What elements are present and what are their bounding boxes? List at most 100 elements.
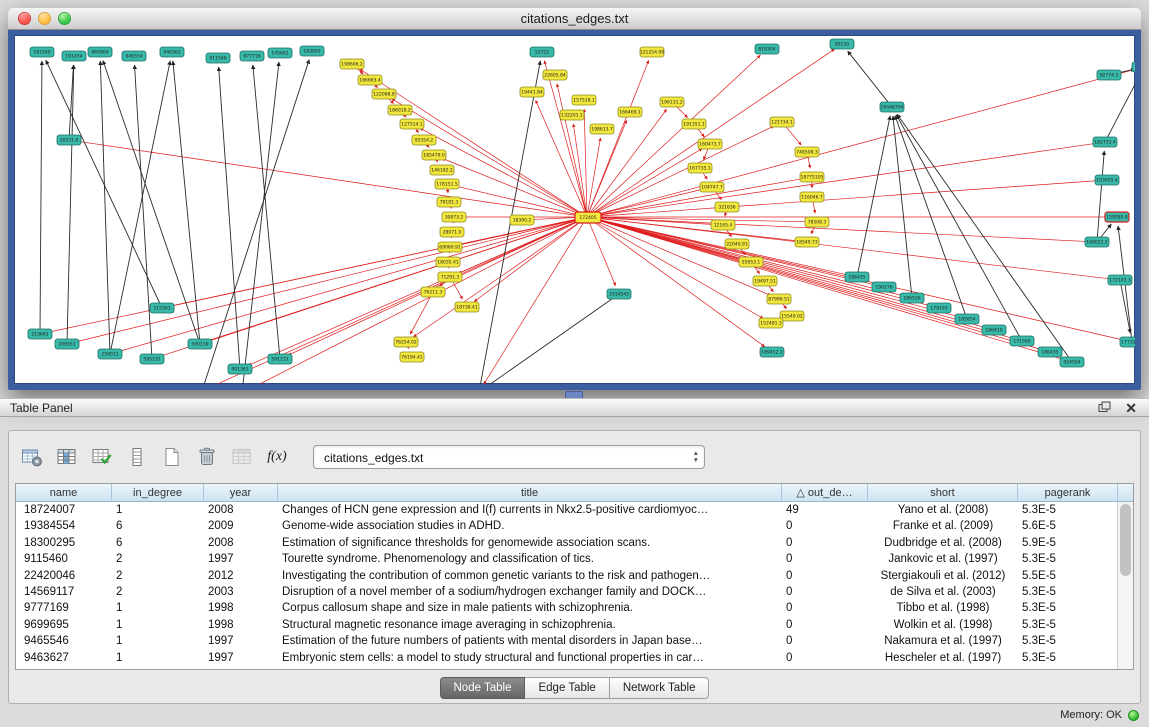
graph-node[interactable]: 18738.41 xyxy=(455,302,479,312)
graph-node[interactable]: 198613.7 xyxy=(590,124,614,134)
table-settings-icon[interactable] xyxy=(19,444,45,470)
graph-node[interactable]: 166469.1 xyxy=(618,107,642,117)
graph-node[interactable]: 76211.3 xyxy=(421,287,445,297)
graph-node[interactable]: 185479.0 xyxy=(422,150,446,160)
graph-edge[interactable] xyxy=(392,99,587,217)
graph-node[interactable]: 591131 xyxy=(268,354,292,364)
column-header-name[interactable]: name xyxy=(16,484,112,501)
graph-node[interactable]: 172405 xyxy=(575,212,601,223)
graph-node[interactable]: 19441.84 xyxy=(520,87,544,97)
graph-node[interactable]: 168021.2 xyxy=(1085,237,1109,247)
graph-node[interactable]: 18390.2 xyxy=(510,215,534,225)
graph-node[interactable]: 901361 xyxy=(228,364,252,374)
graph-edge[interactable] xyxy=(253,65,280,359)
graph-edge[interactable] xyxy=(103,61,200,344)
close-window-button[interactable] xyxy=(18,12,31,25)
graph-node[interactable]: 186435 xyxy=(845,272,869,282)
graph-node[interactable]: 171560 xyxy=(1010,336,1034,346)
graph-node[interactable]: 167735.1 xyxy=(688,163,712,173)
graph-node[interactable]: 183002 xyxy=(300,46,324,56)
graph-node[interactable]: 121734.1 xyxy=(770,117,794,127)
graph-node[interactable]: 22605.84 xyxy=(543,70,567,80)
graph-node[interactable]: 19497.51 xyxy=(753,276,777,286)
graph-node[interactable]: 145691 xyxy=(268,48,292,58)
graph-node[interactable]: 191454 xyxy=(62,51,86,61)
graph-node[interactable]: 93354.2 xyxy=(412,135,436,145)
graph-edge[interactable] xyxy=(587,217,1111,279)
table-row[interactable]: 946554611997Estimation of the future num… xyxy=(16,633,1118,649)
graph-node[interactable]: 122088.8 xyxy=(372,89,396,99)
column-header-title[interactable]: title xyxy=(278,484,782,501)
graph-node[interactable]: 18775105 xyxy=(800,172,824,182)
graph-node[interactable]: 85130 xyxy=(830,39,854,49)
table-row[interactable]: 977716911998Corpus callosum shape and si… xyxy=(16,600,1118,616)
graph-edge[interactable] xyxy=(587,60,649,217)
table-row[interactable]: 2242004622012Investigating the contribut… xyxy=(16,568,1118,584)
graph-edge[interactable] xyxy=(100,61,110,354)
graph-edge[interactable] xyxy=(202,60,309,384)
graph-node[interactable]: 30873.2 xyxy=(442,212,466,222)
graph-edge[interactable] xyxy=(76,217,587,342)
minimize-window-button[interactable] xyxy=(38,12,51,25)
graph-node[interactable]: 190276 xyxy=(872,282,896,292)
graph-edge[interactable] xyxy=(587,138,600,217)
graph-node[interactable]: 177310.9 xyxy=(1120,337,1135,347)
graph-node[interactable]: 121254.09 xyxy=(640,47,664,57)
graph-node[interactable]: 22040.91 xyxy=(725,239,749,249)
tab-node-table[interactable]: Node Table xyxy=(440,677,526,699)
graph-node[interactable]: 28071.0 xyxy=(440,227,464,237)
graph-edge[interactable] xyxy=(173,61,200,344)
graph-node[interactable]: 92774.3 xyxy=(1097,70,1121,80)
graph-node[interactable]: 321636 xyxy=(715,202,739,212)
graph-node[interactable]: 26531.0 xyxy=(57,135,81,145)
graph-node[interactable]: 189452.2 xyxy=(760,347,784,357)
graph-node[interactable]: 196131.2 xyxy=(660,97,684,107)
graph-edge[interactable] xyxy=(587,69,1135,217)
graph-node[interactable]: 924504 xyxy=(1060,357,1084,367)
graph-node[interactable]: 748508.3 xyxy=(795,147,819,157)
graph-edge[interactable] xyxy=(587,55,760,217)
graph-node[interactable]: 55953.1 xyxy=(739,257,763,267)
graph-node[interactable]: 116046.7 xyxy=(800,192,824,202)
column-header-in_degree[interactable]: in_degree xyxy=(112,484,204,501)
graph-node[interactable]: 179193 xyxy=(927,303,951,313)
table-select-dropdown[interactable]: citations_edges.txt ▲▼ xyxy=(313,445,705,469)
graph-node[interactable]: 159508 xyxy=(1132,62,1135,72)
table-row[interactable]: 1830029562008Estimation of significance … xyxy=(16,535,1118,551)
graph-node[interactable]: 76194.41 xyxy=(400,352,424,362)
row-height-icon[interactable] xyxy=(124,444,150,470)
column-header-out_degree[interactable]: △ out_de… xyxy=(782,484,868,501)
select-functions-icon[interactable] xyxy=(89,444,115,470)
graph-node[interactable]: 946554 xyxy=(122,51,146,61)
graph-node[interactable]: 187240 xyxy=(30,47,54,57)
graph-node[interactable]: 977716 xyxy=(240,51,264,61)
graph-node[interactable]: 78508.3 xyxy=(805,217,829,227)
graph-node[interactable]: 178151.5 xyxy=(435,179,459,189)
graph-node[interactable]: 76254.02 xyxy=(394,337,418,347)
graph-edge[interactable] xyxy=(896,115,1022,341)
tab-edge-table[interactable]: Edge Table xyxy=(525,677,609,699)
graph-node[interactable]: 159580.8 xyxy=(1105,212,1129,222)
graph-node[interactable]: 146182.2 xyxy=(430,165,454,175)
graph-node[interactable]: 152481.3 xyxy=(759,318,783,328)
graph-node[interactable]: 1914545 xyxy=(607,289,631,299)
graph-edge[interactable] xyxy=(893,116,912,298)
graph-node[interactable]: 127514.1 xyxy=(400,119,424,129)
table-row[interactable]: 1938455462009Genome-wide association stu… xyxy=(16,518,1118,534)
column-header-short[interactable]: short xyxy=(868,484,1018,501)
table-row[interactable]: 1872400712008Changes of HCN gene express… xyxy=(16,502,1118,518)
table-row[interactable]: 1456911722003Disruption of a novel membe… xyxy=(16,584,1118,600)
graph-node[interactable]: 206551 xyxy=(55,339,79,349)
graph-node[interactable]: 12165.4 xyxy=(711,220,735,230)
table-row[interactable]: 946362711997Embryonic stem cells: a mode… xyxy=(16,650,1118,666)
graph-node[interactable]: 79181.3 xyxy=(437,197,461,207)
network-canvas[interactable]: 1872401914549699699465549463629115469777… xyxy=(14,35,1135,384)
graph-edge[interactable] xyxy=(288,217,587,355)
show-columns-icon[interactable] xyxy=(54,444,80,470)
graph-node[interactable]: 590139 xyxy=(188,339,212,349)
graph-node[interactable]: 18035.41 xyxy=(436,257,460,267)
graph-edge[interactable] xyxy=(40,61,42,334)
graph-node[interactable]: 186526 xyxy=(900,293,924,303)
vertical-scrollbar[interactable] xyxy=(1117,502,1133,669)
tab-network-table[interactable]: Network Table xyxy=(610,677,710,699)
